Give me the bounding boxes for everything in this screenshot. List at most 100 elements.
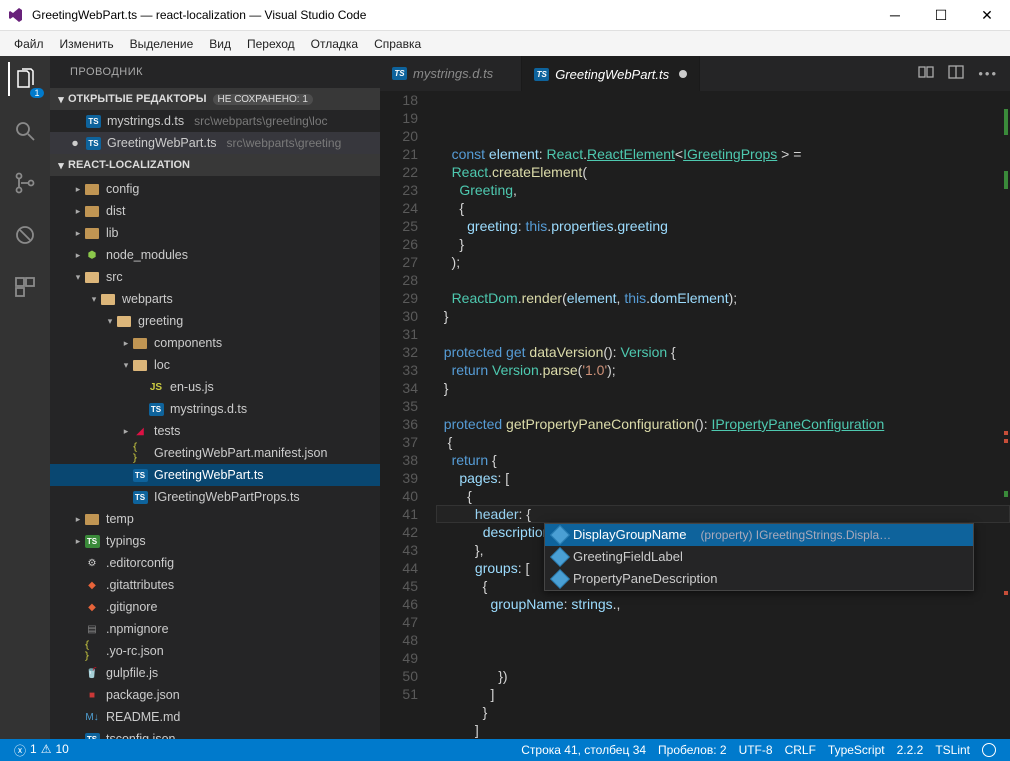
code-editor[interactable]: 1819202122232425262728293031323334353637…	[380, 91, 1010, 739]
more-icon[interactable]: •••	[978, 66, 998, 81]
activity-search[interactable]	[8, 114, 42, 148]
menu-selection[interactable]: Выделение	[122, 37, 202, 51]
ts-icon: TS	[392, 67, 407, 80]
tree-item[interactable]: TSmystrings.d.ts	[50, 398, 380, 420]
chevron-icon: ▾	[88, 294, 100, 305]
intellisense-popup[interactable]: DisplayGroupName(property) IGreetingStri…	[544, 523, 974, 591]
open-editor-item[interactable]: TSmystrings.d.tssrc\webparts\greeting\lo…	[50, 110, 380, 132]
tree-item[interactable]: ◆.gitattributes	[50, 574, 380, 596]
sidebar-title: ПРОВОДНИК	[50, 56, 380, 88]
status-version[interactable]: 2.2.2	[891, 743, 930, 757]
unsaved-badge: НЕ СОХРАНЕНО: 1	[213, 94, 313, 105]
tree-item[interactable]: ▸◢tests	[50, 420, 380, 442]
status-lint[interactable]: TSLint	[929, 743, 976, 757]
intellisense-item[interactable]: GreetingFieldLabel	[545, 546, 973, 568]
window-title: GreetingWebPart.ts — react-localization …	[32, 8, 872, 22]
property-icon	[550, 547, 570, 567]
window-titlebar: GreetingWebPart.ts — react-localization …	[0, 0, 1010, 30]
ts-icon: TS	[86, 115, 101, 128]
tree-item[interactable]: ▾webparts	[50, 288, 380, 310]
editor-tab[interactable]: TSGreetingWebPart.ts	[522, 56, 700, 91]
activity-explorer[interactable]: 1	[8, 62, 42, 96]
tree-item[interactable]: ▸dist	[50, 200, 380, 222]
file-tree: ▸config▸dist▸lib▸⬢node_modules▾src▾webpa…	[50, 176, 380, 739]
status-encoding[interactable]: UTF-8	[733, 743, 779, 757]
property-icon	[550, 569, 570, 589]
minimize-button[interactable]: ─	[872, 0, 918, 30]
tree-item[interactable]: ▸config	[50, 178, 380, 200]
tree-item[interactable]: ▸components	[50, 332, 380, 354]
feedback-icon[interactable]	[976, 743, 1002, 757]
chevron-icon: ▸	[120, 338, 132, 349]
tree-item[interactable]: TSGreetingWebPart.ts	[50, 464, 380, 486]
menu-debug[interactable]: Отладка	[303, 37, 366, 51]
chevron-icon: ▸	[72, 250, 84, 261]
menu-edit[interactable]: Изменить	[52, 37, 122, 51]
tree-item[interactable]: ▸lib	[50, 222, 380, 244]
modified-dot-icon: ●	[70, 136, 80, 150]
menu-help[interactable]: Справка	[366, 37, 429, 51]
status-spaces[interactable]: Пробелов: 2	[652, 743, 733, 757]
menu-go[interactable]: Переход	[239, 37, 303, 51]
status-position[interactable]: Строка 41, столбец 34	[515, 743, 652, 757]
tree-item[interactable]: ▾loc	[50, 354, 380, 376]
close-button[interactable]: ✕	[964, 0, 1010, 30]
status-language[interactable]: TypeScript	[822, 743, 891, 757]
tree-item[interactable]: ▤.npmignore	[50, 618, 380, 640]
intellisense-item[interactable]: DisplayGroupName(property) IGreetingStri…	[545, 524, 973, 546]
project-header[interactable]: ▾ REACT-LOCALIZATION	[50, 154, 380, 176]
activity-scm[interactable]	[8, 166, 42, 200]
chevron-down-icon: ▾	[54, 93, 68, 106]
tree-item[interactable]: ▸TStypings	[50, 530, 380, 552]
ts-icon: TS	[534, 68, 549, 81]
tree-item[interactable]: { }GreetingWebPart.manifest.json	[50, 442, 380, 464]
tree-item[interactable]: ◆.gitignore	[50, 596, 380, 618]
sidebar: ПРОВОДНИК ▾ ОТКРЫТЫЕ РЕДАКТОРЫ НЕ СОХРАН…	[50, 56, 380, 739]
tree-item[interactable]: TStsconfig.json	[50, 728, 380, 739]
chevron-icon: ▸	[72, 184, 84, 195]
vs-logo-icon	[8, 7, 24, 23]
chevron-icon: ▸	[120, 426, 132, 437]
tree-item[interactable]: TSIGreetingWebPartProps.ts	[50, 486, 380, 508]
chevron-icon: ▾	[120, 360, 132, 371]
error-icon: ⓧ	[14, 742, 26, 759]
chevron-icon: ▸	[72, 228, 84, 239]
open-editors-header[interactable]: ▾ ОТКРЫТЫЕ РЕДАКТОРЫ НЕ СОХРАНЕНО: 1	[50, 88, 380, 110]
menu-view[interactable]: Вид	[201, 37, 239, 51]
tree-item[interactable]: JSen-us.js	[50, 376, 380, 398]
tree-item[interactable]: M↓README.md	[50, 706, 380, 728]
editor-tab[interactable]: TSmystrings.d.ts	[380, 56, 522, 91]
activity-debug[interactable]	[8, 218, 42, 252]
line-gutter: 1819202122232425262728293031323334353637…	[380, 91, 436, 739]
editor-tabs: TSmystrings.d.tsTSGreetingWebPart.ts •••	[380, 56, 1010, 91]
status-problems[interactable]: ⓧ1 ⚠10	[8, 742, 75, 759]
chevron-icon: ▾	[104, 316, 116, 327]
intellisense-item[interactable]: PropertyPaneDescription	[545, 568, 973, 590]
maximize-button[interactable]: ☐	[918, 0, 964, 30]
tree-item[interactable]: ■package.json	[50, 684, 380, 706]
chevron-icon: ▸	[72, 514, 84, 525]
activity-extensions[interactable]	[8, 270, 42, 304]
tree-item[interactable]: { }.yo-rc.json	[50, 640, 380, 662]
editor-area: TSmystrings.d.tsTSGreetingWebPart.ts •••…	[380, 56, 1010, 739]
chevron-icon: ▸	[72, 536, 84, 547]
open-editor-item[interactable]: ●TSGreetingWebPart.tssrc\webparts\greeti…	[50, 132, 380, 154]
tree-item[interactable]: ▸temp	[50, 508, 380, 530]
tree-item[interactable]: ▸⬢node_modules	[50, 244, 380, 266]
split-editor-icon[interactable]	[948, 64, 964, 83]
activitybar: 1	[0, 56, 50, 739]
tree-item[interactable]: ▾greeting	[50, 310, 380, 332]
menubar: Файл Изменить Выделение Вид Переход Отла…	[0, 30, 1010, 56]
chevron-icon: ▸	[72, 206, 84, 217]
menu-file[interactable]: Файл	[6, 37, 52, 51]
ts-icon: TS	[86, 137, 101, 150]
property-icon	[550, 525, 570, 545]
warning-icon: ⚠	[41, 742, 52, 759]
tree-item[interactable]: ⚙.editorconfig	[50, 552, 380, 574]
statusbar: ⓧ1 ⚠10 Строка 41, столбец 34 Пробелов: 2…	[0, 739, 1010, 761]
tree-item[interactable]: 🥤gulpfile.js	[50, 662, 380, 684]
compare-icon[interactable]	[918, 64, 934, 83]
status-eol[interactable]: CRLF	[779, 743, 822, 757]
chevron-down-icon: ▾	[54, 159, 68, 172]
tree-item[interactable]: ▾src	[50, 266, 380, 288]
